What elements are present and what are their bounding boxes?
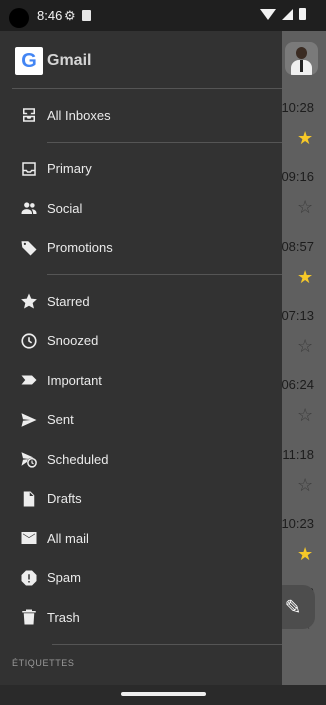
drawer-item-snoozed[interactable]: Snoozed — [0, 322, 282, 360]
drawer-item-label: All Inboxes — [47, 107, 111, 123]
all-inboxes-icon — [20, 106, 38, 124]
drawer-item-promotions[interactable]: Promotions — [0, 229, 282, 267]
scheduled-send-icon — [20, 450, 38, 468]
drawer-item-label: Scheduled — [47, 451, 109, 467]
status-time: 8:46 — [37, 8, 63, 23]
pencil-icon: ✎ — [284, 596, 302, 619]
drawer-item-label: Sent — [47, 412, 74, 427]
app-name: Gmail — [47, 52, 92, 69]
camera-cutout — [9, 8, 29, 28]
divider — [47, 141, 282, 143]
star-outline-icon[interactable]: ☆ — [297, 476, 313, 494]
email-time: 06:24 — [281, 377, 314, 393]
tag-icon — [20, 239, 38, 257]
drawer-item-social[interactable]: Social — [0, 189, 282, 227]
labels-section-title: ÉTIQUETTES — [12, 658, 75, 668]
system-nav-bar — [0, 685, 326, 705]
inbox-icon — [20, 160, 38, 178]
drawer-item-starred[interactable]: Starred — [0, 282, 282, 320]
drawer-item-all-mail[interactable]: All mail — [0, 519, 282, 557]
drawer-item-label: Trash — [47, 609, 80, 625]
email-time: 11:18 — [282, 446, 314, 462]
signal-icon — [282, 8, 293, 20]
drawer-item-label: Primary — [47, 161, 92, 176]
star-outline-icon[interactable]: ☆ — [297, 198, 313, 216]
email-time: 10:23 — [281, 515, 314, 531]
email-time: 08:57 — [281, 238, 314, 254]
divider — [12, 88, 282, 89]
sd-card-icon — [82, 10, 91, 21]
star-outline-icon[interactable]: ☆ — [297, 406, 313, 424]
send-icon — [20, 411, 38, 429]
star-filled-icon[interactable]: ★ — [297, 268, 313, 286]
account-avatar[interactable] — [285, 42, 318, 75]
drawer-item-label: Drafts — [47, 491, 82, 506]
drawer-item-spam[interactable]: Spam — [0, 559, 282, 597]
drawer-item-label: Promotions — [47, 240, 113, 255]
drawer-item-label: Snoozed — [47, 333, 99, 348]
clock-icon — [20, 332, 38, 350]
people-icon — [20, 199, 38, 217]
draft-icon — [20, 490, 38, 508]
drawer-item-label: Spam — [47, 570, 81, 585]
drawer-header: G Gmail — [15, 47, 91, 75]
important-icon — [20, 371, 38, 389]
battery-icon — [299, 8, 306, 20]
email-time: 09:16 — [281, 169, 314, 185]
drawer-item-label: All mail — [47, 530, 89, 546]
drawer-item-all-inboxes[interactable]: All Inboxes — [0, 96, 282, 134]
star-icon — [20, 292, 38, 310]
home-handle[interactable] — [121, 692, 206, 696]
spam-icon — [20, 569, 38, 587]
drawer-item-label: Starred — [47, 293, 90, 309]
star-filled-icon[interactable]: ★ — [297, 545, 313, 563]
drawer-item-drafts[interactable]: Drafts — [0, 480, 282, 518]
drawer-item-label: Social — [47, 200, 83, 216]
drawer-item-scheduled[interactable]: Scheduled — [0, 440, 282, 478]
wifi-icon — [260, 8, 276, 20]
drawer-item-primary[interactable]: Primary — [0, 150, 282, 188]
drawer-item-sent[interactable]: Sent — [0, 401, 282, 439]
star-outline-icon[interactable]: ☆ — [297, 337, 313, 355]
drawer-item-important[interactable]: Important — [0, 361, 282, 399]
settings-notification-icon: ⚙ — [64, 8, 76, 23]
divider — [52, 643, 282, 645]
navigation-drawer: G Gmail All Inboxes Primary Social Promotio… — [0, 31, 282, 685]
star-filled-icon[interactable]: ★ — [297, 129, 313, 147]
divider — [47, 274, 282, 275]
email-time: 10:28 — [281, 100, 314, 115]
mail-icon — [20, 529, 38, 547]
trash-icon — [20, 608, 38, 626]
email-time: 07:13 — [281, 307, 314, 323]
drawer-item-trash[interactable]: Trash — [0, 598, 282, 636]
gmail-logo: G — [15, 47, 43, 75]
drawer-item-label: Important — [47, 372, 102, 388]
status-bar: 8:46 ⚙ — [0, 0, 326, 31]
